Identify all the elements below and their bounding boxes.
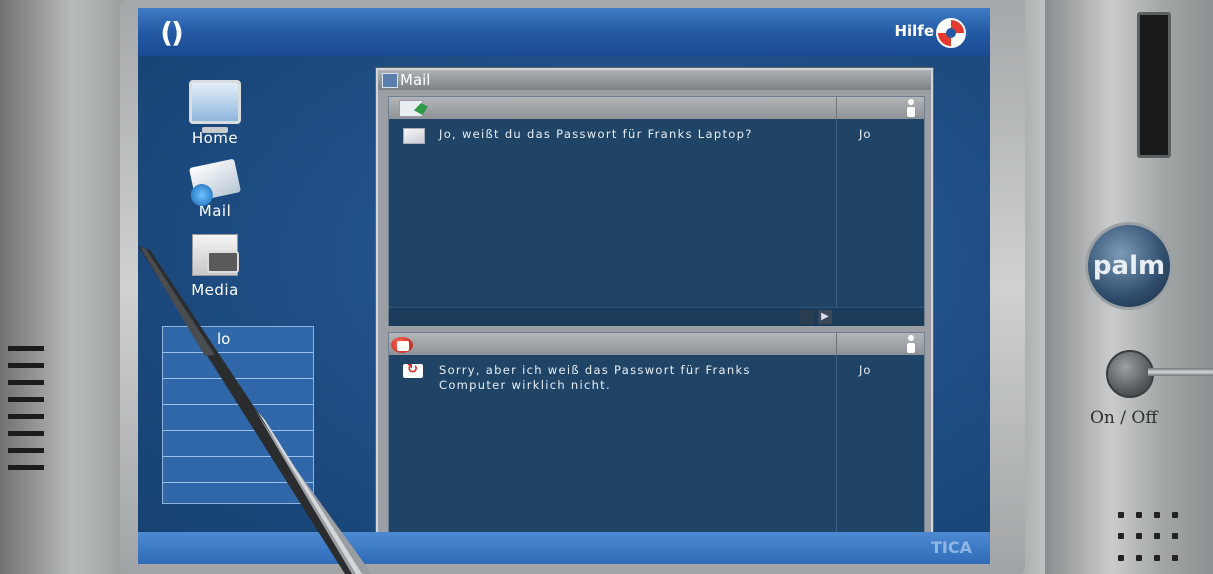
mail-app-button[interactable]: Mail [160, 158, 270, 220]
bottom-bar: TICA [138, 532, 990, 564]
monitor-icon [189, 80, 241, 133]
brand-text: TICA [931, 538, 972, 557]
side-menu-item[interactable] [163, 405, 313, 431]
side-menu-item[interactable]: t [163, 353, 313, 379]
media-app-button[interactable]: Media [160, 234, 270, 299]
camera-icon [192, 234, 239, 276]
envelope-globe-icon [188, 158, 242, 202]
mail-app-icon [382, 73, 398, 88]
side-menu-list: lo t [162, 326, 314, 504]
card-slot [1137, 12, 1171, 158]
next-page-button[interactable]: ▶ [818, 310, 832, 324]
inbox-pane: Jo, weißt du das Passwort für Franks Lap… [388, 96, 925, 326]
side-menu-item[interactable] [163, 457, 313, 483]
power-switch-rail [1148, 368, 1213, 376]
message-sender: Jo [859, 127, 872, 141]
new-mail-icon[interactable] [399, 100, 423, 117]
home-app-button[interactable]: Home [160, 80, 270, 147]
message-row[interactable]: Sorry, aber ich weiß das Passwort für Fr… [399, 362, 919, 397]
inbox-footer: ▶ [389, 307, 924, 326]
help-link[interactable]: Hilfe [894, 22, 934, 40]
info-icon[interactable] [906, 335, 916, 353]
message-row[interactable]: Jo, weißt du das Passwort für Franks Lap… [399, 127, 919, 161]
reply-pane: Sorry, aber ich weiß das Passwort für Fr… [388, 332, 925, 558]
window-title: Mail [400, 71, 431, 89]
reply-icon[interactable] [391, 335, 415, 353]
screen: () Hilfe Home Mail Media lo t Mail Jo, w… [138, 8, 990, 564]
top-bar: () Hilfe [138, 8, 990, 56]
sync-icon[interactable]: () [154, 18, 188, 48]
mail-icon [403, 128, 425, 144]
side-menu-item[interactable]: lo [163, 327, 313, 353]
message-subject: Jo, weißt du das Passwort für Franks Lap… [439, 127, 753, 141]
palm-logo: palm [1085, 222, 1173, 310]
message-sender: Jo [859, 363, 872, 377]
inbox-header [389, 97, 924, 119]
reply-header [389, 333, 924, 355]
lifebuoy-icon[interactable] [936, 18, 966, 48]
side-menu-item[interactable] [163, 379, 313, 405]
mail-titlebar: Mail [378, 70, 931, 90]
message-subject: Sorry, aber ich weiß das Passwort für Fr… [439, 363, 751, 392]
media-label: Media [191, 281, 239, 299]
speaker-grille [1118, 512, 1182, 568]
prev-page-button[interactable] [800, 310, 814, 324]
mail-window: Mail Jo, weißt du das Passwort für Frank… [376, 68, 933, 564]
left-vent [8, 346, 44, 496]
power-button[interactable] [1106, 350, 1154, 398]
info-icon[interactable] [906, 99, 916, 117]
reply-message-icon [403, 362, 423, 378]
side-menu-item[interactable] [163, 431, 313, 457]
power-label: On / Off [1090, 408, 1158, 428]
